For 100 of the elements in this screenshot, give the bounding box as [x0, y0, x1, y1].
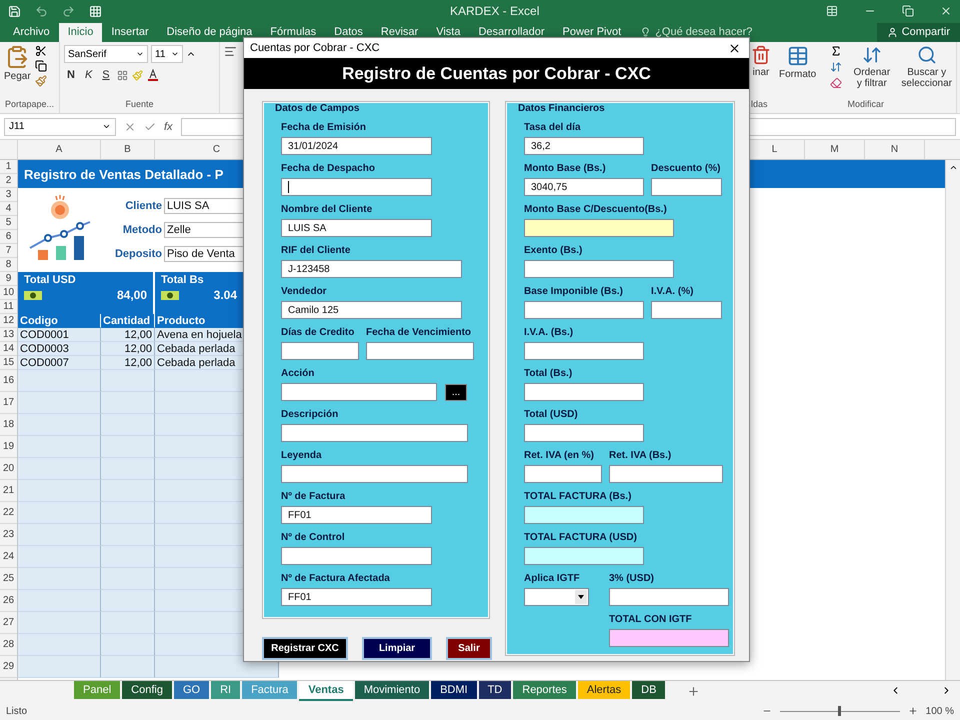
- row-number[interactable]: 1: [0, 160, 17, 174]
- text-field[interactable]: [651, 178, 722, 196]
- row-number[interactable]: 19: [0, 436, 17, 458]
- row-number[interactable]: 20: [0, 458, 17, 480]
- text-field[interactable]: LUIS SA: [281, 219, 432, 237]
- row-number[interactable]: 23: [0, 524, 17, 546]
- autosum-icon[interactable]: [830, 45, 842, 57]
- row-number[interactable]: 25: [0, 568, 17, 590]
- ribbon-display-icon[interactable]: [826, 5, 838, 17]
- sheet-tab[interactable]: BDMI: [431, 681, 477, 699]
- text-field[interactable]: [524, 547, 644, 565]
- text-field[interactable]: [366, 342, 474, 360]
- eraser-icon[interactable]: [830, 77, 842, 89]
- text-field[interactable]: [524, 342, 644, 360]
- text-field[interactable]: [524, 383, 644, 401]
- dialog-button[interactable]: Salir: [446, 637, 492, 660]
- row-number[interactable]: 6: [0, 230, 17, 244]
- row-number[interactable]: 27: [0, 612, 17, 634]
- text-field[interactable]: [281, 342, 359, 360]
- dropdown-field[interactable]: [524, 588, 589, 606]
- text-field[interactable]: FF01: [281, 506, 432, 524]
- row-number[interactable]: 13: [0, 328, 17, 342]
- row-number[interactable]: 24: [0, 546, 17, 568]
- format-button[interactable]: Formato: [779, 45, 816, 80]
- text-field[interactable]: [524, 219, 674, 237]
- row-number[interactable]: 9: [0, 272, 17, 286]
- fill-color-icon[interactable]: [132, 70, 143, 80]
- row-number[interactable]: 17: [0, 392, 17, 414]
- zoom-in-icon[interactable]: [908, 706, 918, 716]
- row-number[interactable]: 22: [0, 502, 17, 524]
- paste-button[interactable]: Pegar: [4, 45, 31, 99]
- text-field[interactable]: [281, 465, 468, 483]
- font-select[interactable]: SanSerif: [64, 45, 148, 63]
- sheet-tab[interactable]: TD: [478, 681, 512, 699]
- text-field[interactable]: [609, 465, 723, 483]
- text-field[interactable]: J-123458: [281, 260, 462, 278]
- fill-icon[interactable]: [830, 61, 842, 73]
- undo-icon[interactable]: [35, 4, 48, 18]
- row-number[interactable]: 7: [0, 244, 17, 258]
- row-number[interactable]: 14: [0, 342, 17, 356]
- row-number[interactable]: 10: [0, 286, 17, 300]
- row-number[interactable]: 26: [0, 590, 17, 612]
- ribbon-tab[interactable]: Inicio: [58, 23, 102, 42]
- browse-button[interactable]: ...: [445, 384, 467, 400]
- row-number[interactable]: 8: [0, 258, 17, 272]
- redo-icon[interactable]: [62, 4, 75, 18]
- restore-icon[interactable]: [902, 5, 914, 17]
- find-select-button[interactable]: Buscar y seleccionar: [901, 45, 952, 89]
- scroll-up-icon[interactable]: [948, 163, 958, 172]
- text-field[interactable]: [651, 301, 722, 319]
- row-number[interactable]: 29: [0, 656, 17, 678]
- column-header[interactable]: A: [18, 140, 101, 159]
- dialog-button[interactable]: Limpiar: [362, 637, 432, 660]
- table-icon[interactable]: [89, 4, 102, 18]
- name-box[interactable]: J11: [4, 118, 116, 136]
- row-number[interactable]: 28: [0, 634, 17, 656]
- row-number[interactable]: 21: [0, 480, 17, 502]
- check-icon[interactable]: [144, 120, 156, 132]
- text-field[interactable]: [281, 383, 437, 401]
- bold-button[interactable]: N: [64, 69, 78, 81]
- row-number[interactable]: 18: [0, 414, 17, 436]
- row-number[interactable]: 16: [0, 370, 17, 392]
- cancel-icon[interactable]: [124, 120, 136, 132]
- underline-button[interactable]: S: [99, 69, 113, 81]
- row-number[interactable]: 5: [0, 216, 17, 230]
- sheet-tab[interactable]: Ventas: [299, 681, 353, 701]
- save-icon[interactable]: [8, 4, 21, 18]
- text-field[interactable]: 31/01/2024: [281, 137, 432, 155]
- text-field[interactable]: FF01: [281, 588, 432, 606]
- close-icon[interactable]: [728, 42, 741, 54]
- text-field[interactable]: 3040,75: [524, 178, 644, 196]
- text-field[interactable]: [524, 301, 644, 319]
- column-header[interactable]: M: [805, 140, 865, 159]
- font-color-icon[interactable]: [146, 69, 159, 81]
- align-left-icon[interactable]: [224, 45, 237, 58]
- function-button[interactable]: fx: [164, 120, 173, 132]
- row-number[interactable]: 15: [0, 356, 17, 370]
- copy-icon[interactable]: [34, 60, 47, 72]
- italic-button[interactable]: K: [82, 69, 96, 81]
- sheet-tab[interactable]: DB: [632, 681, 666, 699]
- text-field[interactable]: [524, 424, 644, 442]
- text-field[interactable]: 36,2: [524, 137, 644, 155]
- row-number[interactable]: 12: [0, 314, 17, 328]
- scissors-icon[interactable]: [34, 45, 47, 57]
- zoom-thumb[interactable]: [838, 706, 842, 716]
- text-field[interactable]: [609, 588, 729, 606]
- column-header[interactable]: N: [865, 140, 925, 159]
- sheet-tab[interactable]: Alertas: [578, 681, 630, 699]
- sheet-tab[interactable]: Movimiento: [354, 681, 430, 699]
- column-header[interactable]: B: [101, 140, 155, 159]
- row-number[interactable]: 4: [0, 202, 17, 216]
- borders-icon[interactable]: [116, 70, 128, 80]
- text-field[interactable]: Camilo 125: [281, 301, 462, 319]
- ribbon-tab[interactable]: Insertar: [102, 23, 158, 42]
- font-size-select[interactable]: 11: [151, 45, 183, 63]
- text-field[interactable]: [281, 547, 432, 565]
- dialog-button[interactable]: Registrar CXC: [262, 637, 348, 660]
- sheet-tab[interactable]: GO: [174, 681, 210, 699]
- text-field[interactable]: [609, 629, 729, 647]
- row-number[interactable]: 3: [0, 188, 17, 202]
